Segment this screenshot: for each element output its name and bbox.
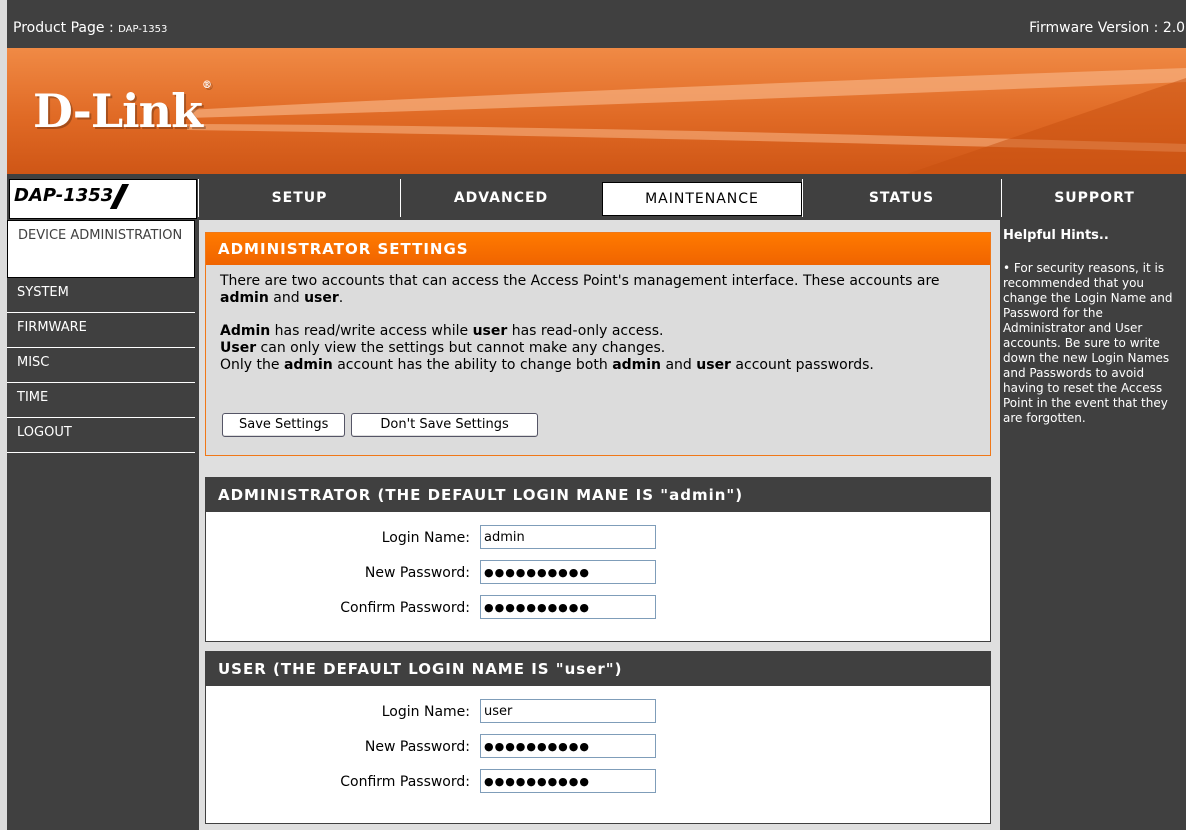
product-label: Product Page : <box>13 20 119 36</box>
sidebar-item-device-administration[interactable]: DEVICE ADMINISTRATION <box>7 220 195 278</box>
user-new-password-label: New Password: <box>364 739 470 755</box>
tab-setup[interactable]: SETUP <box>198 179 400 217</box>
save-settings-button[interactable]: Save Settings <box>222 413 346 437</box>
dont-save-settings-button[interactable]: Don't Save Settings <box>351 413 538 437</box>
sidebar-item-misc[interactable]: MISC <box>7 348 195 383</box>
administrator-panel: ADMINISTRATOR (THE DEFAULT LOGIN MANE IS… <box>205 477 991 642</box>
helpful-hints-panel: Helpful Hints.. • For security reasons, … <box>1000 220 1186 830</box>
user-login-row: Login Name: <box>206 696 990 731</box>
sidebar-item-time[interactable]: TIME <box>7 383 195 418</box>
admin-confirm-password-label: Confirm Password: <box>340 600 470 616</box>
model-badge: DAP-1353 /// <box>9 179 197 219</box>
admin-confirm-password-row: Confirm Password: <box>206 592 990 627</box>
user-login-label: Login Name: <box>381 704 470 720</box>
tab-status[interactable]: STATUS <box>802 179 1000 217</box>
slash-decoration-icon: /// <box>112 179 127 214</box>
top-navigation: DAP-1353 /// SETUP ADVANCED MAINTENANCE … <box>7 177 1186 220</box>
helpful-hints-text: • For security reasons, it is recommende… <box>1003 261 1173 425</box>
main-content: ADMINISTRATOR SETTINGS There are two acc… <box>199 220 1000 830</box>
tab-maintenance[interactable]: MAINTENANCE <box>602 182 802 216</box>
dlink-logo: D-Link® <box>33 80 212 138</box>
administrator-settings-description: There are two accounts that can access t… <box>206 265 990 374</box>
user-panel-title: USER (THE DEFAULT LOGIN NAME IS "user") <box>206 652 990 686</box>
admin-new-password-input[interactable] <box>480 560 656 584</box>
sidebar-item-system[interactable]: SYSTEM <box>7 278 195 313</box>
user-confirm-password-row: Confirm Password: <box>206 766 990 801</box>
admin-login-label: Login Name: <box>381 530 470 546</box>
administrator-panel-title: ADMINISTRATOR (THE DEFAULT LOGIN MANE IS… <box>206 478 990 512</box>
top-bar: Product Page : DAP-1353 Firmware Version… <box>7 10 1186 46</box>
firmware-version: Firmware Version : 2.00 <box>1029 20 1186 36</box>
product-page-label: Product Page : DAP-1353 <box>13 20 167 36</box>
user-new-password-input[interactable] <box>480 734 656 758</box>
administrator-settings-box: ADMINISTRATOR SETTINGS There are two acc… <box>205 232 991 456</box>
brand-banner: D-Link® <box>7 48 1186 174</box>
helpful-hints-title: Helpful Hints.. <box>1003 228 1109 243</box>
user-panel: USER (THE DEFAULT LOGIN NAME IS "user") … <box>205 651 991 824</box>
intro-paragraph: There are two accounts that can access t… <box>220 273 940 306</box>
admin-login-name-input[interactable] <box>480 525 656 549</box>
page-frame: Product Page : DAP-1353 Firmware Version… <box>7 0 1186 830</box>
sidebar-item-logout[interactable]: LOGOUT <box>7 418 195 453</box>
admin-new-password-row: New Password: <box>206 557 990 592</box>
sidebar-item-firmware[interactable]: FIRMWARE <box>7 313 195 348</box>
model-badge-name: DAP-1353 <box>14 185 114 206</box>
settings-button-row: Save Settings Don't Save Settings <box>222 413 544 437</box>
access-description: Admin has read/write access while user h… <box>220 323 874 373</box>
user-login-name-input[interactable] <box>480 699 656 723</box>
tab-advanced[interactable]: ADVANCED <box>400 179 601 217</box>
tab-support[interactable]: SUPPORT <box>1001 179 1186 217</box>
user-new-password-row: New Password: <box>206 731 990 766</box>
product-model: DAP-1353 <box>118 24 168 35</box>
admin-new-password-label: New Password: <box>364 565 470 581</box>
administrator-settings-title: ADMINISTRATOR SETTINGS <box>206 233 990 265</box>
sidebar: DEVICE ADMINISTRATION SYSTEM FIRMWARE MI… <box>7 220 195 830</box>
user-confirm-password-input[interactable] <box>480 769 656 793</box>
admin-login-row: Login Name: <box>206 522 990 557</box>
admin-confirm-password-input[interactable] <box>480 595 656 619</box>
user-confirm-password-label: Confirm Password: <box>340 774 470 790</box>
